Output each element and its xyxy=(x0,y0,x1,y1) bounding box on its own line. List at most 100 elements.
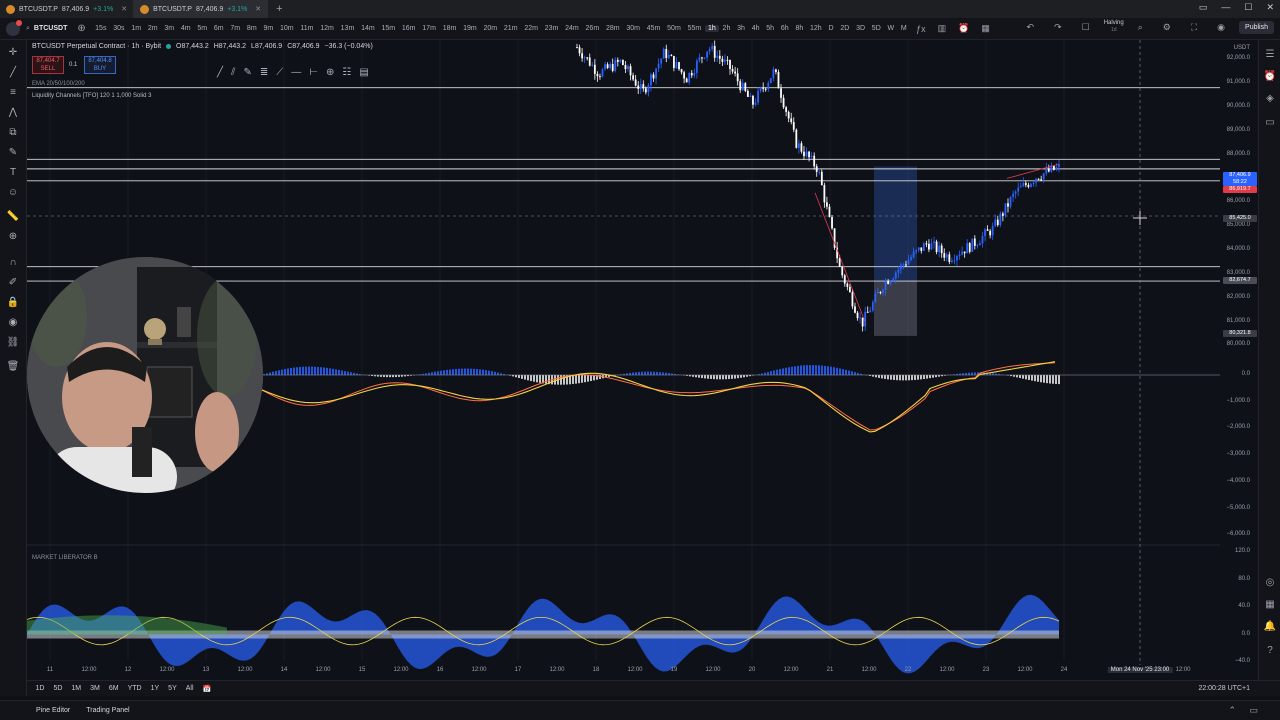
hline-tool-icon[interactable]: ― xyxy=(291,67,301,78)
timeframe-22m[interactable]: 22m xyxy=(521,25,541,32)
timeframe-26m[interactable]: 26m xyxy=(582,25,602,32)
liquidity-indicator-label[interactable]: Liquidity Channels [TFO] 120 1 1,000 Sol… xyxy=(32,93,151,99)
range-5Y[interactable]: 5Y xyxy=(164,685,182,692)
search-icon[interactable]: ⌕ xyxy=(1132,22,1149,33)
range-YTD[interactable]: YTD xyxy=(123,685,146,692)
trash-icon[interactable]: 🗑 xyxy=(6,360,20,374)
link-icon[interactable]: ⛓ xyxy=(6,336,20,350)
new-tab-icon[interactable]: + xyxy=(276,3,282,15)
timeframe-17m[interactable]: 17m xyxy=(419,25,439,32)
goto-date-icon[interactable]: 📅 xyxy=(198,685,216,693)
maximize-icon[interactable]: ☐ xyxy=(1244,2,1252,13)
timeframe-4m[interactable]: 4m xyxy=(177,25,194,32)
buy-button[interactable]: 87,404.8 BUY xyxy=(84,56,116,74)
timeframe-M[interactable]: M xyxy=(898,25,911,32)
timeframe-14m[interactable]: 14m xyxy=(358,25,378,32)
maximize-panel-icon[interactable]: ▭ xyxy=(1249,705,1258,716)
timeframe-2D[interactable]: 2D xyxy=(837,25,853,32)
range-1M[interactable]: 1M xyxy=(67,685,86,692)
timeframe-3m[interactable]: 3m xyxy=(161,25,178,32)
timeframe-18m[interactable]: 18m xyxy=(439,25,459,32)
emoji-icon[interactable]: ☺ xyxy=(6,186,20,200)
sell-button[interactable]: 87,404.7 SELL xyxy=(32,56,64,74)
notification-icon[interactable]: 🔔 xyxy=(1263,620,1277,634)
zoom-icon[interactable]: ⊕ xyxy=(6,230,20,244)
timeframe-7m[interactable]: 7m xyxy=(227,25,244,32)
timeframe-15s[interactable]: 15s xyxy=(92,25,110,32)
alerts-icon[interactable]: ⏰ xyxy=(1263,70,1277,84)
fullscreen-toggle-icon[interactable]: ⛶ xyxy=(1185,22,1203,33)
redo-icon[interactable]: ↷ xyxy=(1048,22,1068,33)
lock-icon[interactable]: 🔒 xyxy=(6,296,20,310)
range-All[interactable]: All xyxy=(181,685,198,692)
timeframe-8m[interactable]: 8m xyxy=(244,25,261,32)
target-tool-icon[interactable]: ⊕ xyxy=(326,67,334,78)
symbol-search[interactable]: ⌕ BTCUSDT xyxy=(26,25,67,33)
timeframe-16m[interactable]: 16m xyxy=(398,25,418,32)
fib-tool-icon[interactable]: ≣ xyxy=(260,67,268,78)
alert-icon[interactable]: ⏰ xyxy=(952,23,975,34)
timeframe-28m[interactable]: 28m xyxy=(603,25,623,32)
timeframe-13m[interactable]: 13m xyxy=(337,25,357,32)
avatar[interactable] xyxy=(6,19,22,36)
timeframe-21m[interactable]: 21m xyxy=(501,25,521,32)
path-tool-icon[interactable]: ⟋ xyxy=(276,67,283,78)
chat-icon[interactable]: ▭ xyxy=(1263,116,1277,130)
publish-button[interactable]: Publish xyxy=(1239,20,1274,34)
more-tool-icon[interactable]: ▤ xyxy=(359,67,368,78)
candle-type-icon[interactable]: ▥ xyxy=(932,23,953,34)
timeframe-12h[interactable]: 12h xyxy=(807,25,825,32)
timeframe-55m[interactable]: 55m xyxy=(684,25,704,32)
trendline-icon[interactable]: ╱ xyxy=(6,66,20,80)
watchlist-icon[interactable]: ☰ xyxy=(1263,48,1277,62)
text-icon[interactable]: T xyxy=(6,166,20,180)
compare-add-icon[interactable]: ⊕ xyxy=(77,23,85,34)
layout-icon[interactable]: ▦ xyxy=(975,23,996,34)
forecast-icon[interactable]: ⧉ xyxy=(6,126,20,140)
timeframe-6m[interactable]: 6m xyxy=(211,25,228,32)
timezone-clock[interactable]: 22:00:28 UTC+1 xyxy=(1198,685,1250,692)
timeframe-24m[interactable]: 24m xyxy=(562,25,582,32)
timeframe-50m[interactable]: 50m xyxy=(664,25,684,32)
browser-tab-2[interactable]: BTCUSDT.P 87,406.9 +3.1% ✕ xyxy=(134,0,269,18)
timeframe-5m[interactable]: 5m xyxy=(194,25,211,32)
timeframe-20m[interactable]: 20m xyxy=(480,25,500,32)
tab-trading-panel[interactable]: Trading Panel xyxy=(78,707,137,714)
timeframe-10m[interactable]: 10m xyxy=(277,25,297,32)
range-3M[interactable]: 3M xyxy=(86,685,105,692)
grid-icon[interactable]: ▦ xyxy=(1263,598,1277,612)
timeframe-11m[interactable]: 11m xyxy=(297,25,317,32)
gear-icon[interactable]: ⚙ xyxy=(1157,22,1177,33)
tab-pine-editor[interactable]: Pine Editor xyxy=(28,707,78,714)
fib-icon[interactable]: ≡ xyxy=(6,86,20,100)
currency-selector[interactable]: USDT xyxy=(1220,45,1258,51)
timeframe-23m[interactable]: 23m xyxy=(541,25,561,32)
camera-icon[interactable]: ◉ xyxy=(1211,22,1231,33)
ray-tool-icon[interactable]: ⫽ xyxy=(231,67,235,78)
indicators-icon[interactable]: ƒx xyxy=(910,24,932,34)
range-6M[interactable]: 6M xyxy=(104,685,123,692)
close-window-icon[interactable]: ✕ xyxy=(1266,2,1274,13)
fullscreen-icon[interactable]: ☐ xyxy=(1076,22,1096,33)
timeframe-5D[interactable]: 5D xyxy=(868,25,884,32)
brush-tool-icon[interactable]: ✎ xyxy=(244,67,252,78)
timeframe-45m[interactable]: 45m xyxy=(643,25,663,32)
crosshair-icon[interactable]: ✛ xyxy=(6,46,20,60)
settings-tool-icon[interactable]: ☷ xyxy=(342,67,351,78)
ruler-icon[interactable]: 📏 xyxy=(6,210,20,224)
timeframe-D[interactable]: D xyxy=(825,25,837,32)
timeframe-3h[interactable]: 3h xyxy=(734,25,749,32)
timeframe-30m[interactable]: 30m xyxy=(623,25,643,32)
timeframe-2h[interactable]: 2h xyxy=(719,25,734,32)
timeframe-5h[interactable]: 5h xyxy=(763,25,778,32)
close-tab-icon[interactable]: ✕ xyxy=(121,5,127,13)
timeframe-1m[interactable]: 1m xyxy=(128,25,145,32)
range-5D[interactable]: 5D xyxy=(49,685,67,692)
eye-icon[interactable]: ◉ xyxy=(6,316,20,330)
oscillator-indicator-label[interactable]: MARKET LIBERATOR B xyxy=(32,555,98,561)
timeframe-W[interactable]: W xyxy=(884,25,897,32)
screen-icon[interactable]: ▭ xyxy=(1199,2,1208,13)
position-tool-icon[interactable]: ⊢ xyxy=(309,67,318,78)
range-1D[interactable]: 1D xyxy=(31,685,49,692)
stay-drawing-icon[interactable]: ✐ xyxy=(6,276,20,290)
